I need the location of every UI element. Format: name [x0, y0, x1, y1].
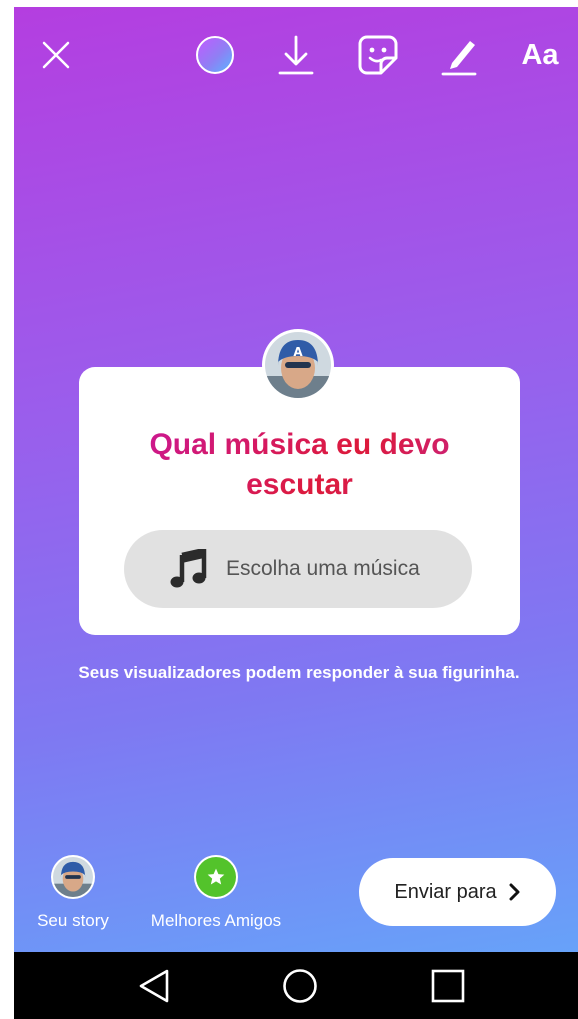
profile-picture-icon: [53, 857, 93, 897]
recents-square-icon: [431, 969, 465, 1003]
sticker-button[interactable]: [354, 29, 402, 81]
sticker-icon: [358, 35, 398, 75]
music-note-icon: [170, 549, 207, 588]
system-navigation-bar: [14, 952, 578, 1019]
question-text[interactable]: Qual música eu devo escutar: [119, 425, 480, 505]
download-button[interactable]: [272, 29, 320, 81]
share-close-friends[interactable]: Melhores Amigos: [136, 855, 296, 931]
question-sticker[interactable]: Qual música eu devo escutar Escolha uma …: [79, 367, 520, 635]
back-triangle-icon: [139, 969, 169, 1003]
story-canvas[interactable]: Aa A Qual música eu devo escutar Escolha…: [14, 7, 578, 952]
profile-picture-icon: A: [265, 332, 331, 398]
send-to-label: Enviar para: [394, 880, 497, 903]
star-icon: [196, 857, 236, 897]
hint-text: Seus visualizadores podem responder à su…: [78, 663, 520, 682]
sticker-avatar: A: [262, 329, 334, 401]
pen-icon: [441, 41, 477, 76]
story-editor-screen: Aa A Qual música eu devo escutar Escolha…: [14, 7, 578, 1019]
your-story-label: Seu story: [37, 911, 109, 930]
close-icon: [42, 41, 70, 69]
share-your-story[interactable]: Seu story: [28, 855, 118, 931]
text-tool-label: Aa: [521, 38, 559, 71]
color-picker-icon: [196, 36, 234, 74]
close-button[interactable]: [36, 29, 76, 81]
avatar: [51, 855, 95, 899]
close-friends-badge: [194, 855, 238, 899]
send-to-button[interactable]: Enviar para: [359, 858, 556, 926]
svg-text:A: A: [293, 345, 303, 359]
chevron-right-icon: [509, 883, 520, 901]
download-icon: [278, 35, 314, 75]
recents-button[interactable]: [428, 966, 468, 1006]
home-button[interactable]: [280, 966, 320, 1006]
draw-button[interactable]: [436, 29, 484, 81]
home-circle-icon: [283, 969, 317, 1003]
back-button[interactable]: [134, 966, 174, 1006]
text-tool-button[interactable]: Aa: [512, 29, 568, 81]
close-friends-label: Melhores Amigos: [150, 911, 282, 930]
choose-song-field[interactable]: Escolha uma música: [124, 530, 472, 608]
choose-song-placeholder: Escolha uma música: [226, 557, 420, 580]
color-picker-button[interactable]: [192, 29, 238, 81]
